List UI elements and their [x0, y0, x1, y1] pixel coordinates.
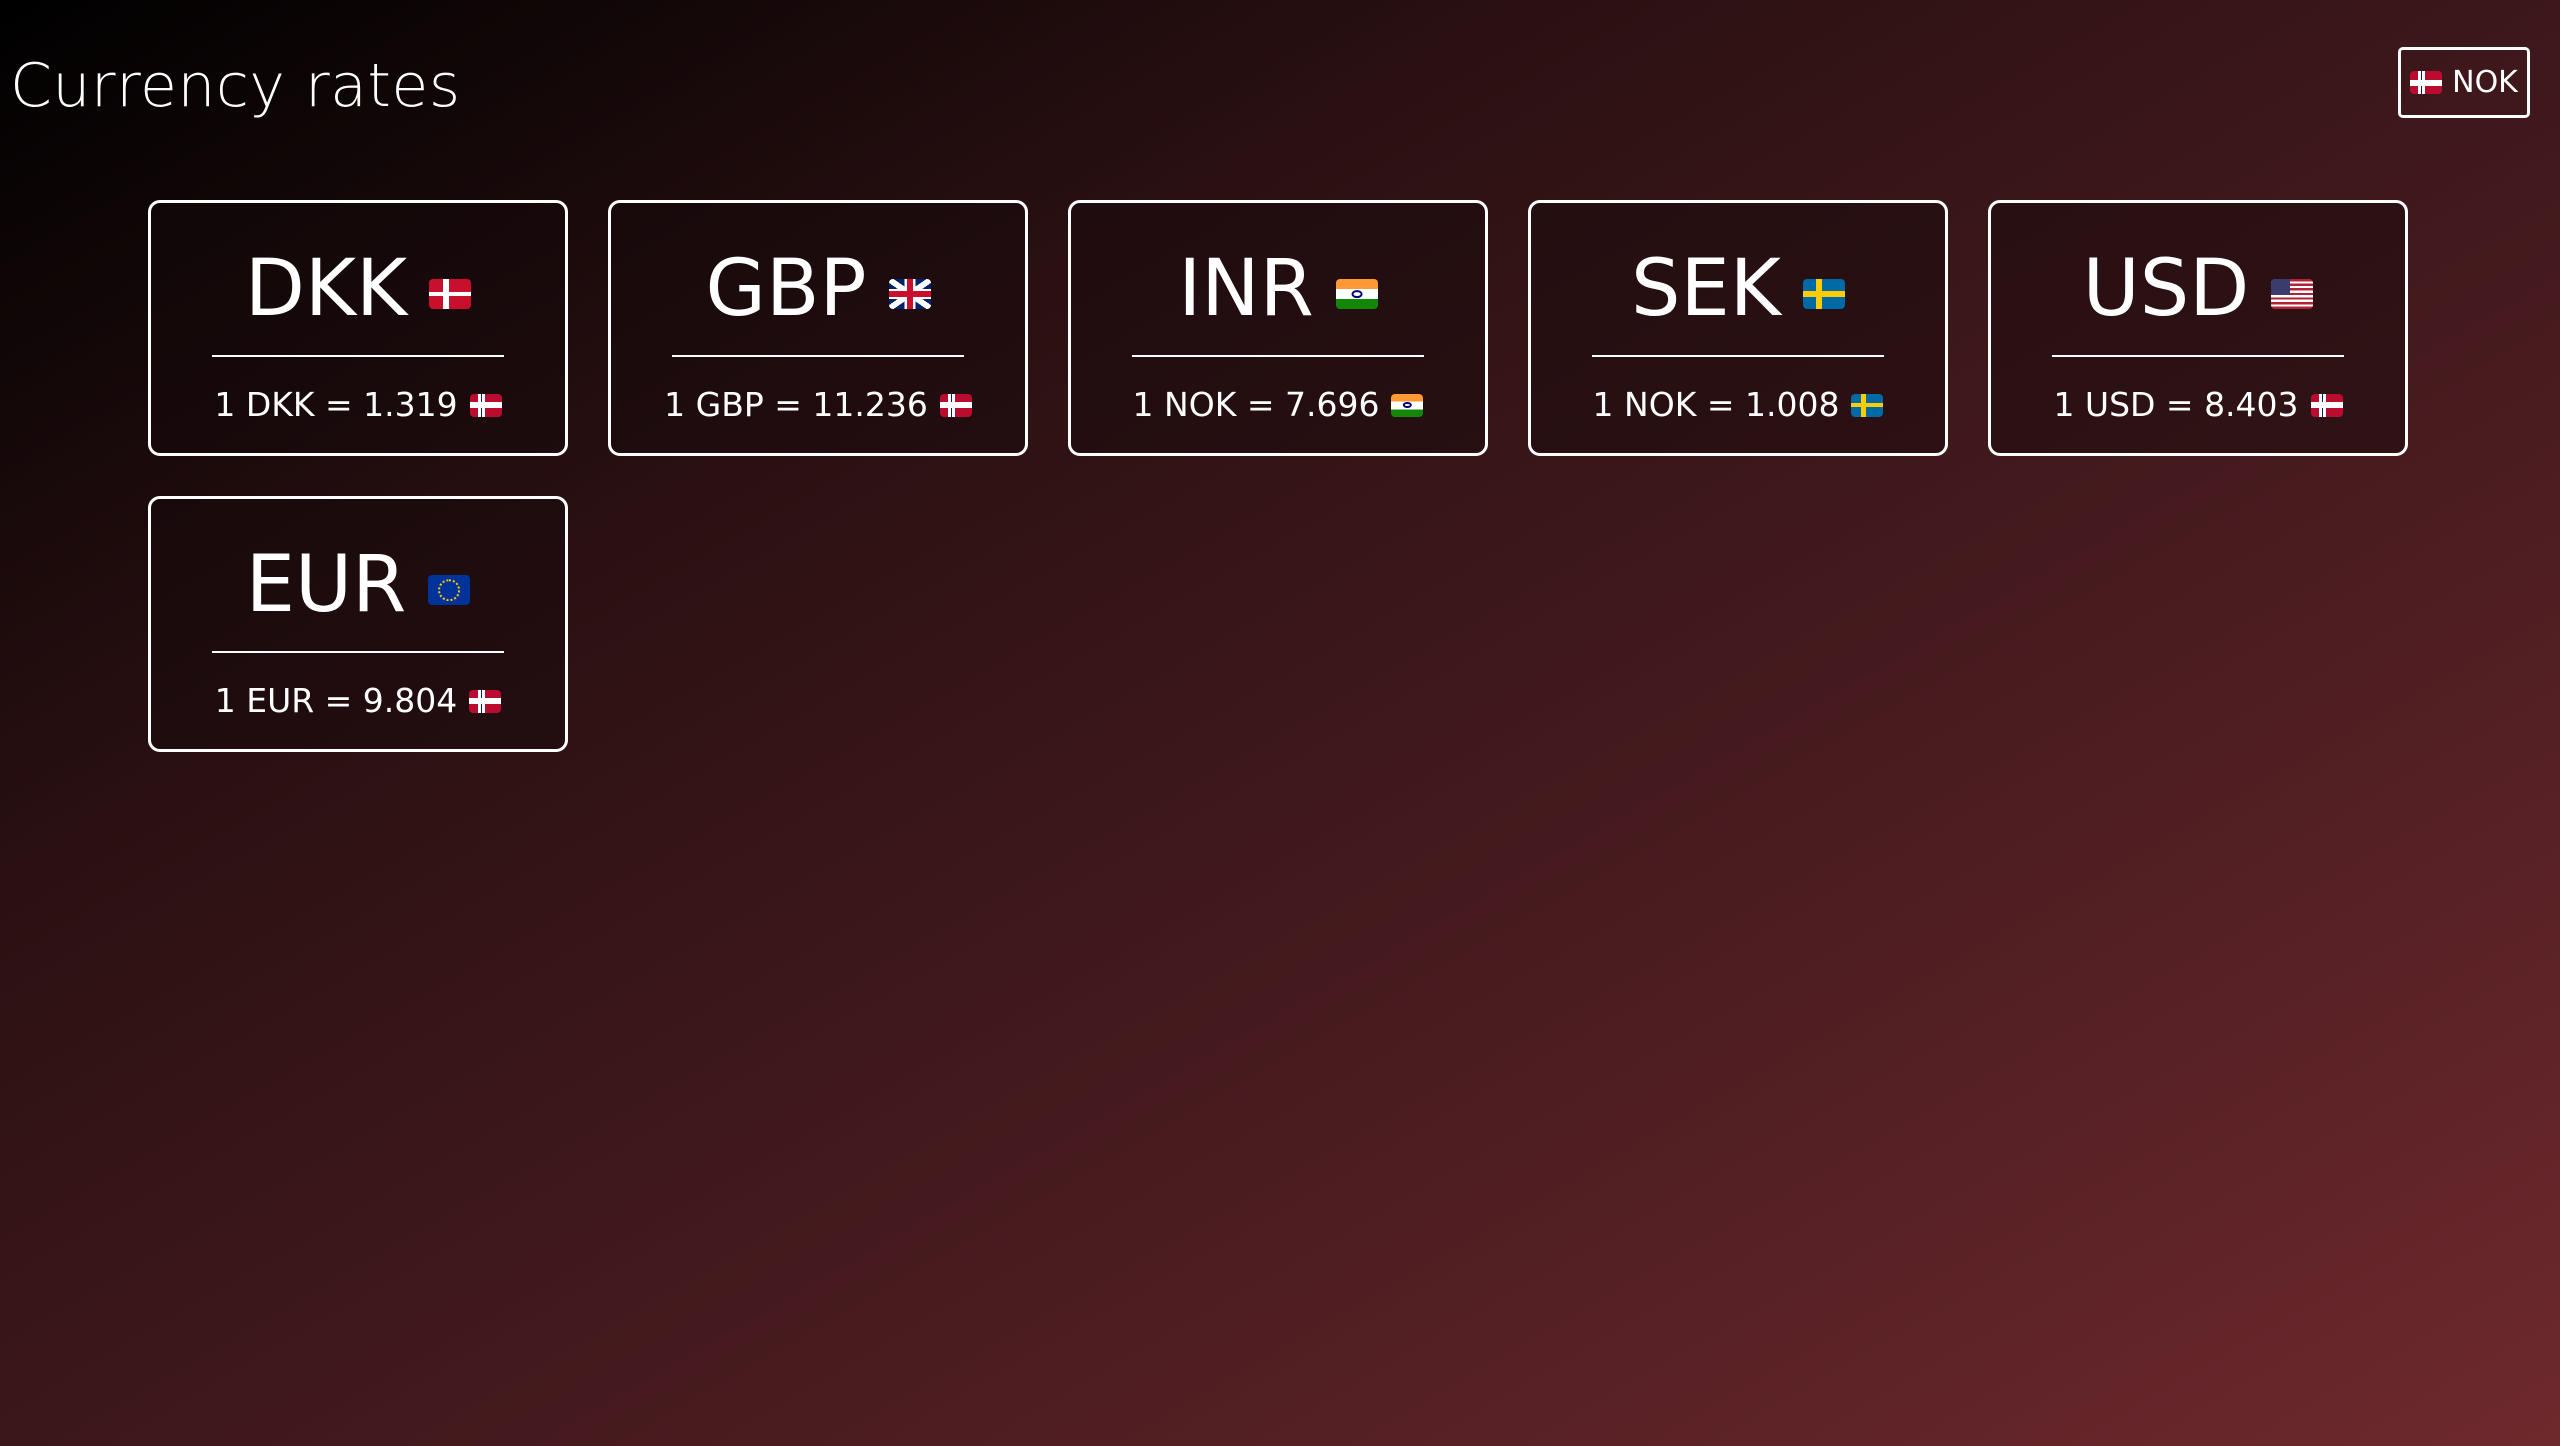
- exchange-rate-text: 1 EUR = 9.804: [214, 681, 458, 720]
- norway-flag-icon: [469, 393, 502, 417]
- card-divider: [2052, 355, 2344, 357]
- denmark-flag-icon: [429, 279, 472, 309]
- exchange-rate-text: 1 NOK = 1.008: [1592, 385, 1840, 424]
- sweden-flag-icon: [1851, 393, 1884, 417]
- exchange-rate: 1 EUR = 9.804: [215, 679, 502, 723]
- currency-card-dkk[interactable]: DKK 1 DKK = 1.319: [148, 200, 568, 456]
- currency-card-eur[interactable]: EUR 1 EUR = 9.804: [148, 496, 568, 752]
- sweden-flag-icon: [1802, 279, 1845, 309]
- exchange-rate: 1 DKK = 1.319: [214, 383, 502, 427]
- exchange-rate: 1 USD = 8.403: [2053, 383, 2343, 427]
- united-states-flag-icon: [2271, 279, 2314, 309]
- currency-code: EUR: [245, 540, 407, 630]
- currency-code: SEK: [1631, 244, 1781, 334]
- card-header: SEK: [1631, 243, 1845, 335]
- exchange-rate: 1 GBP = 11.236: [664, 383, 972, 427]
- currency-code: USD: [2082, 244, 2250, 334]
- page-title: Currency rates: [10, 51, 461, 121]
- india-flag-icon: [1391, 393, 1424, 417]
- norway-flag-icon: [2410, 71, 2443, 94]
- currency-card-usd[interactable]: USD 1 USD = 8.403: [1988, 200, 2408, 456]
- base-currency-button[interactable]: NOK: [2398, 47, 2530, 118]
- card-header: USD: [2083, 243, 2314, 335]
- card-header: EUR: [246, 539, 471, 631]
- card-header: GBP: [706, 243, 931, 335]
- base-currency-label: NOK: [2452, 65, 2518, 100]
- exchange-rate-text: 1 GBP = 11.236: [664, 385, 928, 424]
- card-header: INR: [1178, 243, 1378, 335]
- norway-flag-icon: [939, 393, 972, 417]
- currency-card-gbp[interactable]: GBP 1 GBP = 11.236: [608, 200, 1028, 456]
- currency-card-inr[interactable]: INR 1 NOK = 7.696: [1068, 200, 1488, 456]
- card-header: DKK: [244, 243, 472, 335]
- card-divider: [1592, 355, 1884, 357]
- currency-card-sek[interactable]: SEK 1 NOK = 1.008: [1528, 200, 1948, 456]
- norway-flag-icon: [2310, 393, 2343, 417]
- exchange-rate-text: 1 DKK = 1.319: [214, 385, 458, 424]
- norway-flag-icon: [469, 689, 502, 713]
- currency-code: DKK: [244, 244, 408, 334]
- exchange-rate-text: 1 USD = 8.403: [2053, 385, 2299, 424]
- card-divider: [212, 651, 504, 653]
- card-divider: [1132, 355, 1424, 357]
- european-union-flag-icon: [428, 575, 471, 605]
- exchange-rate: 1 NOK = 1.008: [1593, 383, 1884, 427]
- card-divider: [212, 355, 504, 357]
- exchange-rate: 1 NOK = 7.696: [1133, 383, 1424, 427]
- india-flag-icon: [1335, 279, 1378, 309]
- exchange-rate-text: 1 NOK = 7.696: [1132, 385, 1380, 424]
- currency-code: GBP: [705, 244, 867, 334]
- united-kingdom-flag-icon: [888, 279, 931, 309]
- currency-code: INR: [1178, 244, 1314, 334]
- currency-card-grid: DKK 1 DKK = 1.319 GBP 1 GBP = 11.236 INR…: [148, 200, 2408, 752]
- card-divider: [672, 355, 964, 357]
